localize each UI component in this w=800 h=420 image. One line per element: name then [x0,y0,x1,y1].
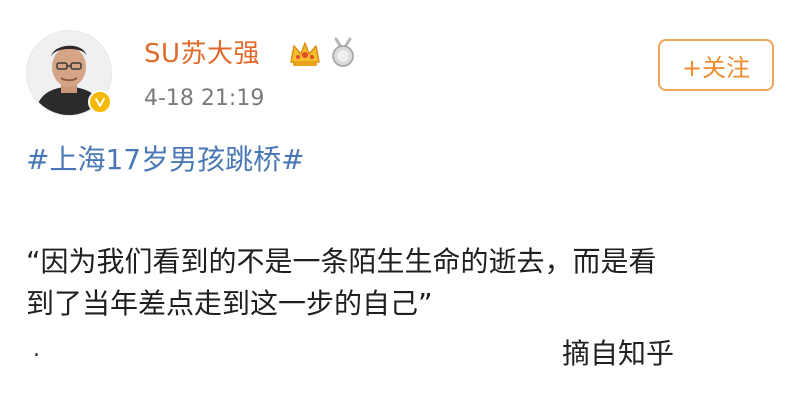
follow-button[interactable]: +关注 [658,39,774,91]
post-dot: . [33,337,40,362]
post-text-line-2: 到了当年差点走到这一步的自己” [26,287,433,320]
post-source: 摘自知乎 [562,337,675,370]
hashtag-link[interactable]: #上海17岁男孩跳桥# [26,142,305,178]
avatar-container[interactable] [26,30,116,120]
verified-badge-icon [88,90,112,114]
crown-icon [288,38,322,68]
username-link[interactable]: SU苏大强 [144,38,260,70]
post-timestamp: 4-18 21:19 [144,86,265,111]
post-text-line-1: “因为我们看到的不是一条陌生生命的逝去，而是看 [26,245,657,278]
medal-icon [328,36,358,68]
